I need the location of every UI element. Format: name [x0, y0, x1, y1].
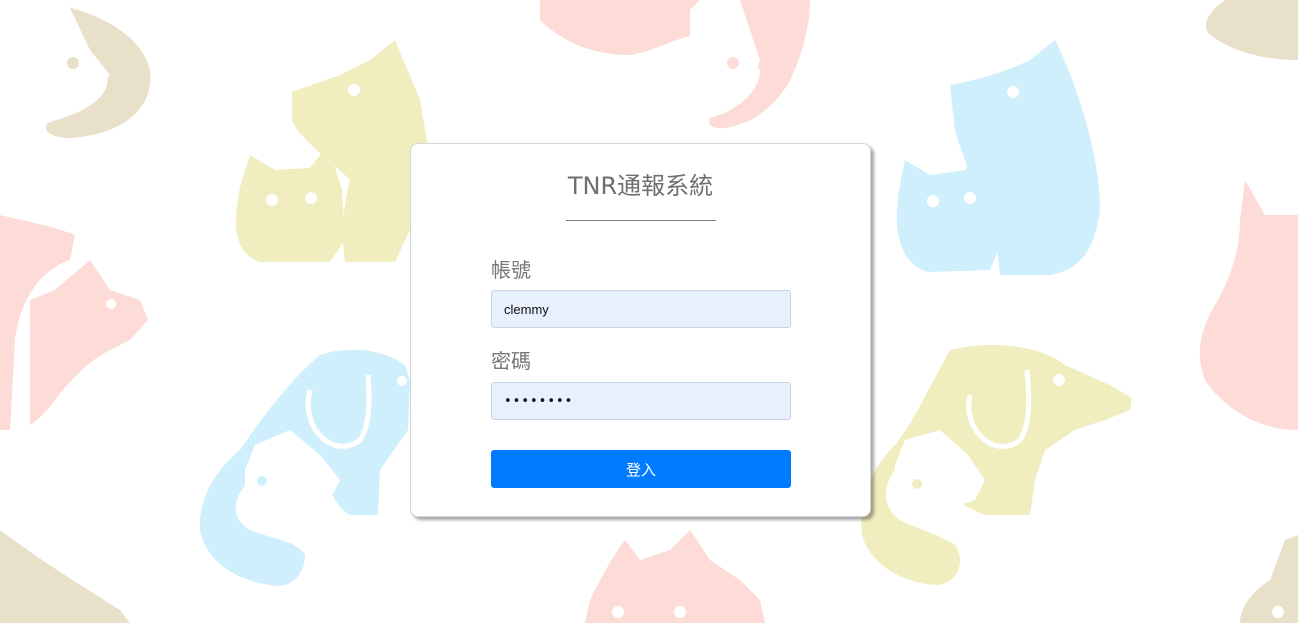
cat-silhouette-tan-bottom-right: [1240, 535, 1298, 623]
password-label: 密碼: [491, 349, 531, 373]
login-button[interactable]: 登入: [491, 450, 791, 488]
username-label: 帳號: [491, 258, 531, 282]
login-card: TNR通報系統 帳號 密碼 登入: [410, 143, 871, 517]
dog-silhouette-pink-right: [1199, 180, 1298, 430]
cat-silhouette-yellow: [235, 145, 345, 262]
dog-silhouette-pink-left: [0, 215, 148, 430]
page-title: TNR通報系統: [567, 172, 714, 200]
username-input[interactable]: [491, 290, 791, 328]
cat-silhouette-blue: [896, 145, 1003, 272]
dog-silhouette-pink-bottom: [585, 530, 765, 623]
password-input[interactable]: [491, 382, 791, 420]
cat-silhouette-tan-bottom: [0, 530, 130, 623]
title-divider: [566, 220, 716, 221]
cat-silhouette-pink: [540, 0, 810, 129]
cat-silhouette-tan-corner: [1205, 0, 1298, 60]
